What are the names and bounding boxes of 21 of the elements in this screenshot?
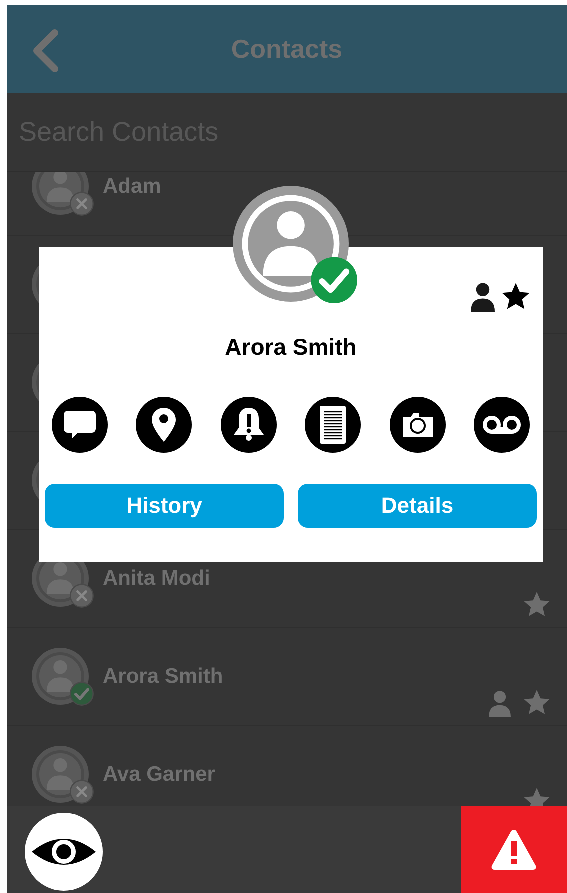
- contact-name[interactable]: Arora Smith: [103, 664, 224, 688]
- contact-name[interactable]: Anita Modi: [103, 566, 210, 590]
- contact-name[interactable]: Adam: [103, 174, 162, 198]
- alert-bell-icon: [232, 407, 265, 443]
- header-title: Contacts: [231, 34, 343, 64]
- contact-name[interactable]: Ava Garner: [103, 762, 216, 786]
- map-pin-icon: [152, 408, 176, 442]
- speech-bubble-icon: [63, 409, 97, 441]
- person-icon: [471, 282, 495, 312]
- star-icon: [501, 282, 531, 312]
- star-icon: [523, 689, 551, 717]
- voicemail-icon: [482, 415, 521, 435]
- star-icon: [523, 591, 551, 619]
- contact-row[interactable]: Arora Smith: [7, 628, 567, 726]
- document-icon: [320, 406, 346, 444]
- contact-name: Arora Smith: [225, 334, 357, 361]
- details-button[interactable]: Details: [298, 484, 537, 528]
- camera-icon: [400, 411, 435, 439]
- person-icon: [489, 690, 511, 717]
- warning-icon: [490, 828, 538, 872]
- history-button[interactable]: History: [45, 484, 284, 528]
